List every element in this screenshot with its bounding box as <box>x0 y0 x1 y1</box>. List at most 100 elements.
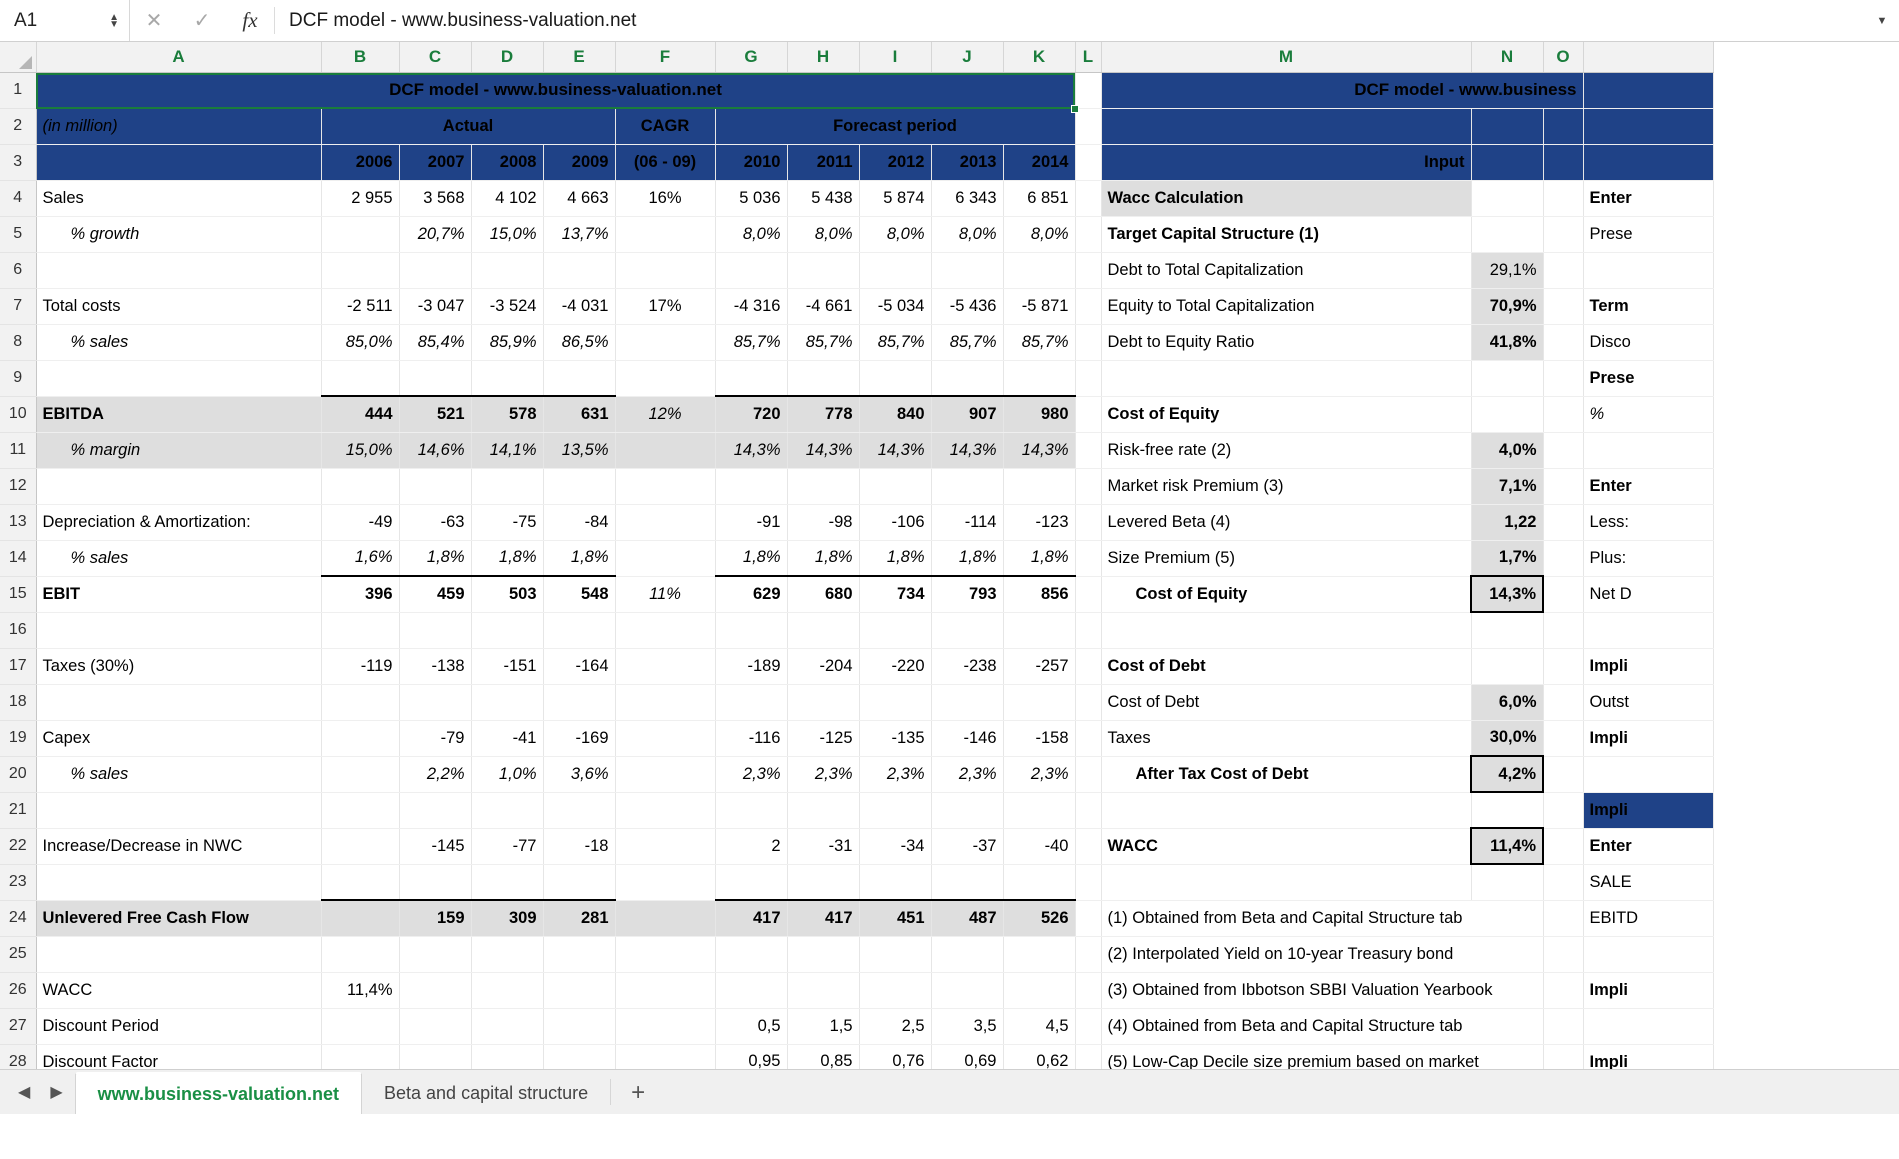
cell-K23[interactable] <box>1003 864 1075 900</box>
cell-C23[interactable] <box>399 864 471 900</box>
cell-O23[interactable] <box>1543 864 1583 900</box>
arrow-left-icon[interactable]: ◀ <box>18 1082 30 1102</box>
cell-C11[interactable]: 14,6% <box>399 432 471 468</box>
cell-O22[interactable] <box>1543 828 1583 864</box>
cell-O20[interactable] <box>1543 756 1583 792</box>
cell-G7[interactable]: -4 316 <box>715 288 787 324</box>
cell-E18[interactable] <box>543 684 615 720</box>
cell-E9[interactable] <box>543 360 615 396</box>
cell-O21[interactable] <box>1543 792 1583 828</box>
cell-F11[interactable] <box>615 432 715 468</box>
rp-value-6[interactable]: 29,1% <box>1471 252 1543 288</box>
rp-value-21[interactable] <box>1471 792 1543 828</box>
cell-I21[interactable] <box>859 792 931 828</box>
cell-O18[interactable] <box>1543 684 1583 720</box>
cell-J14[interactable]: 1,8% <box>931 540 1003 576</box>
rp-value-18[interactable]: 6,0% <box>1471 684 1543 720</box>
cell-B15[interactable]: 396 <box>321 576 399 612</box>
cell-H12[interactable] <box>787 468 859 504</box>
cell-E7[interactable]: -4 031 <box>543 288 615 324</box>
cell-G24[interactable]: 417 <box>715 900 787 936</box>
cell-E20[interactable]: 3,6% <box>543 756 615 792</box>
cell-J19[interactable]: -146 <box>931 720 1003 756</box>
cell-K6[interactable] <box>1003 252 1075 288</box>
cell-K7[interactable]: -5 871 <box>1003 288 1075 324</box>
cell-H25[interactable] <box>787 936 859 972</box>
cell-H15[interactable]: 680 <box>787 576 859 612</box>
cell-I9[interactable] <box>859 360 931 396</box>
cell-p2[interactable] <box>1583 108 1713 144</box>
cell-G26[interactable] <box>715 972 787 1008</box>
cell-E11[interactable]: 13,5% <box>543 432 615 468</box>
cell-E15[interactable]: 548 <box>543 576 615 612</box>
cell-L16[interactable] <box>1075 612 1101 648</box>
rp-value-19[interactable]: 30,0% <box>1471 720 1543 756</box>
cell-B11[interactable]: 15,0% <box>321 432 399 468</box>
cell-L12[interactable] <box>1075 468 1101 504</box>
cell-D25[interactable] <box>471 936 543 972</box>
cell-H16[interactable] <box>787 612 859 648</box>
cell-O6[interactable] <box>1543 252 1583 288</box>
cell-D11[interactable]: 14,1% <box>471 432 543 468</box>
confirm-icon[interactable]: ✓ <box>178 0 226 41</box>
cell-L13[interactable] <box>1075 504 1101 540</box>
cell-E21[interactable] <box>543 792 615 828</box>
cell-O5[interactable] <box>1543 216 1583 252</box>
cell-F9[interactable] <box>615 360 715 396</box>
cell-J27[interactable]: 3,5 <box>931 1008 1003 1044</box>
cell-B4[interactable]: 2 955 <box>321 180 399 216</box>
cell-L10[interactable] <box>1075 396 1101 432</box>
cell-D12[interactable] <box>471 468 543 504</box>
cell-F19[interactable] <box>615 720 715 756</box>
cell-l2[interactable] <box>1075 108 1101 144</box>
cell-D10[interactable]: 578 <box>471 396 543 432</box>
cell-J22[interactable]: -37 <box>931 828 1003 864</box>
rp-value-16[interactable] <box>1471 612 1543 648</box>
cell-I11[interactable]: 14,3% <box>859 432 931 468</box>
cell-C26[interactable] <box>399 972 471 1008</box>
cell-E5[interactable]: 13,7% <box>543 216 615 252</box>
cell-K25[interactable] <box>1003 936 1075 972</box>
cell-E26[interactable] <box>543 972 615 1008</box>
cell-H23[interactable] <box>787 864 859 900</box>
column-header-m[interactable]: M <box>1101 42 1471 72</box>
rp-value-9[interactable] <box>1471 360 1543 396</box>
sheet-tab-beta[interactable]: Beta and capital structure <box>362 1072 610 1114</box>
column-header-f[interactable]: F <box>615 42 715 72</box>
cell-B25[interactable] <box>321 936 399 972</box>
cell-L8[interactable] <box>1075 324 1101 360</box>
cell-H10[interactable]: 778 <box>787 396 859 432</box>
row-header-19[interactable]: 19 <box>0 720 36 756</box>
cell-B26[interactable]: 11,4% <box>321 972 399 1008</box>
cell-H8[interactable]: 85,7% <box>787 324 859 360</box>
cell-B14[interactable]: 1,6% <box>321 540 399 576</box>
expand-formula-bar-icon[interactable]: ▼ <box>1865 0 1899 41</box>
cell-B24[interactable] <box>321 900 399 936</box>
column-header-d[interactable]: D <box>471 42 543 72</box>
cell-C6[interactable] <box>399 252 471 288</box>
cell-n2[interactable] <box>1471 108 1543 144</box>
column-header-k[interactable]: K <box>1003 42 1075 72</box>
cell-O12[interactable] <box>1543 468 1583 504</box>
cell-L26[interactable] <box>1075 972 1101 1008</box>
rp-value-7[interactable]: 70,9% <box>1471 288 1543 324</box>
cell-I4[interactable]: 5 874 <box>859 180 931 216</box>
cell-H9[interactable] <box>787 360 859 396</box>
cell-C8[interactable]: 85,4% <box>399 324 471 360</box>
sheet-nav-arrows[interactable]: ◀ ▶ <box>0 1069 75 1114</box>
cell-D20[interactable]: 1,0% <box>471 756 543 792</box>
cell-I8[interactable]: 85,7% <box>859 324 931 360</box>
row-header-1[interactable]: 1 <box>0 72 36 108</box>
column-header-j[interactable]: J <box>931 42 1003 72</box>
column-header-i[interactable]: I <box>859 42 931 72</box>
cell-I22[interactable]: -34 <box>859 828 931 864</box>
cell-C25[interactable] <box>399 936 471 972</box>
cell-C21[interactable] <box>399 792 471 828</box>
cell-H19[interactable]: -125 <box>787 720 859 756</box>
cell-F13[interactable] <box>615 504 715 540</box>
cell-K21[interactable] <box>1003 792 1075 828</box>
cell-J16[interactable] <box>931 612 1003 648</box>
cell-E24[interactable]: 281 <box>543 900 615 936</box>
cell-J18[interactable] <box>931 684 1003 720</box>
cell-C16[interactable] <box>399 612 471 648</box>
